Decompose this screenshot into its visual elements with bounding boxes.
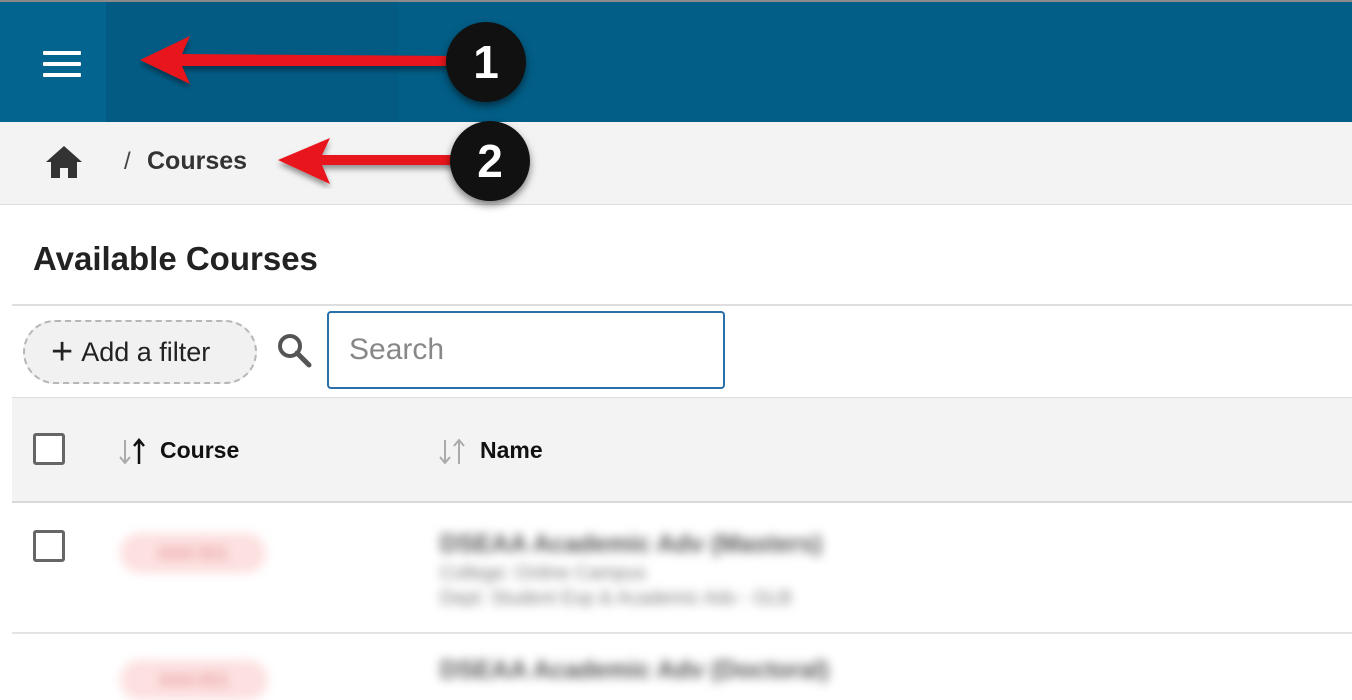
annotation-arrow-1	[140, 36, 455, 84]
course-code[interactable]: AAA 501	[120, 533, 266, 573]
hamburger-menu-icon	[43, 51, 81, 77]
annotation-arrow-2	[278, 138, 457, 184]
breadcrumb-current[interactable]: Courses	[147, 147, 247, 176]
college-value: Online Campus	[515, 563, 646, 584]
course-college: College: Online Campus	[440, 563, 646, 585]
course-code[interactable]: AAA 601	[120, 660, 268, 700]
course-name[interactable]: DSEAA Academic Adv (Masters)	[440, 530, 822, 559]
row-checkbox[interactable]	[33, 530, 65, 562]
menu-button[interactable]	[0, 2, 106, 122]
course-name[interactable]: DSEAA Academic Adv (Doctoral)	[440, 656, 829, 685]
search-icon	[278, 334, 312, 368]
column-header-course[interactable]: Course	[160, 437, 239, 464]
breadcrumb-separator: /	[124, 148, 131, 175]
home-icon[interactable]	[44, 144, 84, 180]
course-dept: Dept: Student Exp & Academic Adv - GLB	[440, 588, 792, 610]
annotation-badge-2: 2	[450, 121, 530, 201]
column-header-name[interactable]: Name	[480, 437, 543, 464]
add-filter-button[interactable]: + Add a filter	[23, 320, 257, 384]
search-input[interactable]	[327, 311, 725, 389]
plus-icon: +	[51, 331, 74, 373]
sort-icon[interactable]	[437, 437, 467, 467]
college-label: College:	[440, 563, 510, 584]
add-filter-label: Add a filter	[81, 336, 211, 367]
dept-value: Student Exp & Academic Adv - GLB	[490, 588, 792, 609]
dept-label: Dept:	[440, 588, 486, 609]
divider	[12, 304, 1352, 306]
page-title: Available Courses	[33, 240, 318, 277]
select-all-checkbox[interactable]	[33, 433, 65, 465]
sort-ascending-icon[interactable]	[117, 437, 147, 467]
annotation-badge-1: 1	[446, 22, 526, 102]
